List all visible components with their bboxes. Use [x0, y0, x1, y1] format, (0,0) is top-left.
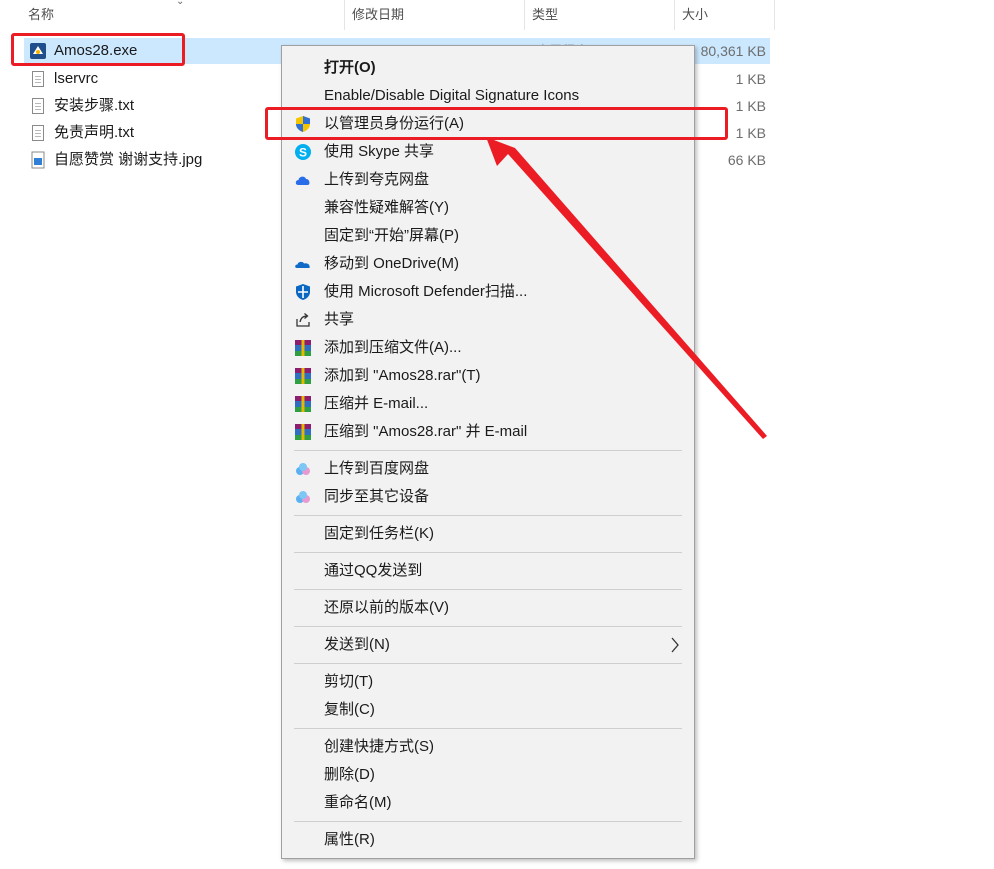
menu-item-label: 使用 Skype 共享	[324, 143, 435, 160]
text-file-icon	[30, 124, 46, 142]
file-size: 80,361 KB	[700, 43, 766, 59]
column-separator[interactable]	[774, 0, 775, 30]
winrar-icon	[295, 340, 311, 356]
svg-text:S: S	[299, 146, 307, 160]
menu-item-label: 还原以前的版本(V)	[324, 599, 449, 616]
menu-item-label: 固定到任务栏(K)	[324, 525, 434, 542]
menu-item-label: 兼容性疑难解答(Y)	[324, 199, 449, 216]
menu-item-label: 通过QQ发送到	[324, 562, 423, 579]
menu-item-label: 属性(R)	[324, 831, 375, 848]
menu-separator	[294, 728, 682, 729]
menu-item-pin-start[interactable]: 固定到“开始”屏幕(P)	[282, 222, 694, 250]
menu-item-copy[interactable]: 复制(C)	[282, 696, 694, 724]
file-name: 安装步骤.txt	[54, 97, 135, 114]
menu-item-quark-upload[interactable]: 上传到夸克网盘	[282, 166, 694, 194]
menu-separator	[294, 589, 682, 590]
menu-item-compress-rar-email[interactable]: 压缩到 "Amos28.rar" 并 E-mail	[282, 418, 694, 446]
onedrive-icon	[295, 261, 310, 268]
column-modified[interactable]: 修改日期	[346, 0, 524, 30]
menu-item-label: 重命名(M)	[324, 794, 392, 811]
column-header: 名称 ⌄ 修改日期 类型 大小	[0, 0, 780, 30]
sort-caret-icon: ⌄	[176, 0, 185, 7]
menu-item-rename[interactable]: 重命名(M)	[282, 789, 694, 817]
menu-item-create-shortcut[interactable]: 创建快捷方式(S)	[282, 733, 694, 761]
column-separator[interactable]	[524, 0, 525, 30]
menu-item-compress-email[interactable]: 压缩并 E-mail...	[282, 390, 694, 418]
menu-item-label: 使用 Microsoft Defender扫描...	[324, 283, 528, 300]
file-name: 免责声明.txt	[54, 124, 135, 141]
file-size: 1 KB	[735, 125, 766, 141]
menu-item-onedrive[interactable]: 移动到 OneDrive(M)	[282, 250, 694, 278]
column-size[interactable]: 大小	[676, 0, 774, 30]
menu-separator	[294, 626, 682, 627]
menu-separator	[294, 552, 682, 553]
column-separator[interactable]	[674, 0, 675, 30]
menu-item-restore-versions[interactable]: 还原以前的版本(V)	[282, 594, 694, 622]
baidu-netdisk-icon	[296, 491, 310, 503]
menu-item-label: 同步至其它设备	[324, 488, 430, 505]
file-name: lservrc	[54, 70, 99, 87]
winrar-icon	[295, 368, 311, 384]
context-menu: 打开(O) Enable/Disable Digital Signature I…	[281, 45, 695, 859]
menu-item-label: 上传到百度网盘	[324, 460, 430, 477]
menu-item-label: 删除(D)	[324, 766, 375, 783]
menu-item-properties[interactable]: 属性(R)	[282, 826, 694, 854]
menu-item-pin-taskbar[interactable]: 固定到任务栏(K)	[282, 520, 694, 548]
menu-separator	[294, 515, 682, 516]
menu-item-share[interactable]: 共享	[282, 306, 694, 334]
defender-shield-icon	[296, 284, 310, 300]
menu-item-label: 打开(O)	[324, 59, 376, 76]
winrar-icon	[295, 396, 311, 412]
menu-item-baidu-upload[interactable]: 上传到百度网盘	[282, 455, 694, 483]
share-icon	[296, 313, 310, 327]
menu-item-sync-devices[interactable]: 同步至其它设备	[282, 483, 694, 511]
menu-item-compatibility[interactable]: 兼容性疑难解答(Y)	[282, 194, 694, 222]
column-separator[interactable]	[344, 0, 345, 30]
menu-item-label: 创建快捷方式(S)	[324, 738, 434, 755]
menu-separator	[294, 450, 682, 451]
menu-item-label: 共享	[324, 311, 355, 328]
file-icon	[30, 70, 46, 88]
skype-icon: S	[295, 144, 311, 160]
file-size: 66 KB	[727, 152, 766, 168]
menu-item-label: Enable/Disable Digital Signature Icons	[324, 87, 580, 104]
text-file-icon	[30, 97, 46, 115]
menu-highlight-box	[265, 107, 728, 140]
menu-item-label: 固定到“开始”屏幕(P)	[324, 227, 459, 244]
menu-item-label: 剪切(T)	[324, 673, 374, 690]
menu-item-label: 移动到 OneDrive(M)	[324, 255, 460, 272]
winrar-icon	[295, 424, 311, 440]
menu-item-skype-share[interactable]: S 使用 Skype 共享	[282, 138, 694, 166]
menu-item-label: 压缩到 "Amos28.rar" 并 E-mail	[324, 423, 528, 440]
menu-item-send-to[interactable]: 发送到(N)	[282, 631, 694, 659]
menu-separator	[294, 821, 682, 822]
column-type[interactable]: 类型	[526, 0, 674, 30]
file-highlight-box	[11, 33, 185, 66]
menu-item-label: 添加到 "Amos28.rar"(T)	[324, 367, 481, 384]
baidu-netdisk-icon	[296, 463, 310, 475]
menu-item-label: 发送到(N)	[324, 636, 390, 653]
menu-item-label: 上传到夸克网盘	[324, 171, 430, 188]
menu-item-delete[interactable]: 删除(D)	[282, 761, 694, 789]
menu-item-digital-signature[interactable]: Enable/Disable Digital Signature Icons	[282, 82, 694, 110]
menu-item-cut[interactable]: 剪切(T)	[282, 668, 694, 696]
menu-item-defender-scan[interactable]: 使用 Microsoft Defender扫描...	[282, 278, 694, 306]
menu-item-label: 添加到压缩文件(A)...	[324, 339, 462, 356]
file-size: 1 KB	[735, 71, 766, 87]
menu-separator	[294, 663, 682, 664]
menu-item-label: 压缩并 E-mail...	[324, 395, 429, 412]
menu-item-label: 复制(C)	[324, 701, 375, 718]
menu-item-add-rar[interactable]: 添加到 "Amos28.rar"(T)	[282, 362, 694, 390]
file-name: 自愿赞赏 谢谢支持.jpg	[54, 151, 203, 168]
file-size: 1 KB	[735, 98, 766, 114]
image-file-icon	[31, 151, 45, 169]
menu-item-qq-send[interactable]: 通过QQ发送到	[282, 557, 694, 585]
chevron-right-icon	[671, 637, 679, 653]
menu-item-add-archive[interactable]: 添加到压缩文件(A)...	[282, 334, 694, 362]
menu-item-open[interactable]: 打开(O)	[282, 54, 694, 82]
cloud-icon	[295, 176, 310, 185]
